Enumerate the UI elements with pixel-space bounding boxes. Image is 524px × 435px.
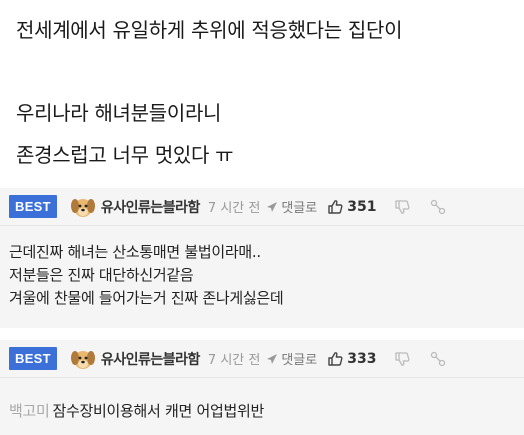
comment-time: 7 시간 전: [207, 353, 261, 368]
comment-time: 7 시간 전: [207, 201, 261, 216]
dislike-button[interactable]: [394, 351, 410, 367]
comment-text-line: 잠수장비이용해서 캐면 어업법위반: [52, 402, 265, 420]
dog-avatar-icon[interactable]: [69, 345, 97, 373]
reply-label: 댓글로: [281, 201, 318, 216]
comment-meta: BEST 유사인류는블라함 7 시간 전 댓글로 351: [0, 188, 524, 225]
comment-text-line: 저분들은 진짜 대단하신거같음: [9, 266, 194, 284]
like-count: 351: [347, 198, 377, 215]
comment-separator: [0, 328, 524, 340]
best-badge: BEST: [9, 195, 57, 218]
share-button[interactable]: [430, 199, 446, 215]
comment-text-line: 근데진짜 해녀는 산소통매면 불법이라매..: [9, 243, 261, 261]
comment-nickname[interactable]: 유사인류는블라함: [101, 197, 201, 217]
comment-item: BEST 유사인류는블라함 7 시간 전 댓글로 351 근데진짜 해녀는 산소…: [0, 188, 524, 328]
like-button[interactable]: 333: [327, 351, 376, 367]
post-text-line-3: 존경스럽고 너무 멋있다 ㅠ: [16, 143, 234, 167]
comment-meta: BEST 유사인류는블라함 7 시간 전 댓글로 333: [0, 340, 524, 377]
comment-nickname[interactable]: 유사인류는블라함: [101, 349, 201, 369]
like-button[interactable]: 351: [327, 199, 376, 215]
reply-arrow-icon: [267, 201, 278, 212]
thumbs-up-icon: [328, 351, 343, 366]
comment-body: 근데진짜 해녀는 산소통매면 불법이라매.. 저분들은 진짜 대단하신거같음 겨…: [9, 241, 284, 310]
thumbs-up-icon: [328, 199, 343, 214]
dog-avatar-icon[interactable]: [69, 193, 97, 221]
reply-button[interactable]: 댓글로: [266, 197, 317, 216]
share-icon: [431, 351, 446, 366]
comment-item: BEST 유사인류는블라함 7 시간 전 댓글로 333 백고미 잠수장비이용해…: [0, 340, 524, 435]
reply-button[interactable]: 댓글로: [266, 349, 317, 368]
share-icon: [431, 199, 446, 214]
comment-divider: [0, 225, 524, 226]
share-button[interactable]: [430, 351, 446, 367]
post-text-line-1: 전세계에서 유일하게 추위에 적응했다는 집단이: [16, 18, 403, 42]
thumbs-down-icon: [395, 351, 410, 366]
mention-tag[interactable]: 백고미: [9, 402, 50, 420]
comment-body: 백고미 잠수장비이용해서 캐면 어업법위반: [9, 400, 264, 423]
thumbs-down-icon: [395, 199, 410, 214]
comment-text-line: 겨울에 찬물에 들어가는거 진짜 존나게싫은데: [9, 289, 284, 307]
reply-arrow-icon: [267, 353, 278, 364]
dislike-button[interactable]: [394, 199, 410, 215]
best-badge: BEST: [9, 347, 57, 370]
post-text-line-2: 우리나라 해녀분들이라니: [16, 101, 222, 125]
like-count: 333: [347, 350, 377, 367]
comment-divider: [0, 377, 524, 378]
reply-label: 댓글로: [281, 353, 318, 368]
